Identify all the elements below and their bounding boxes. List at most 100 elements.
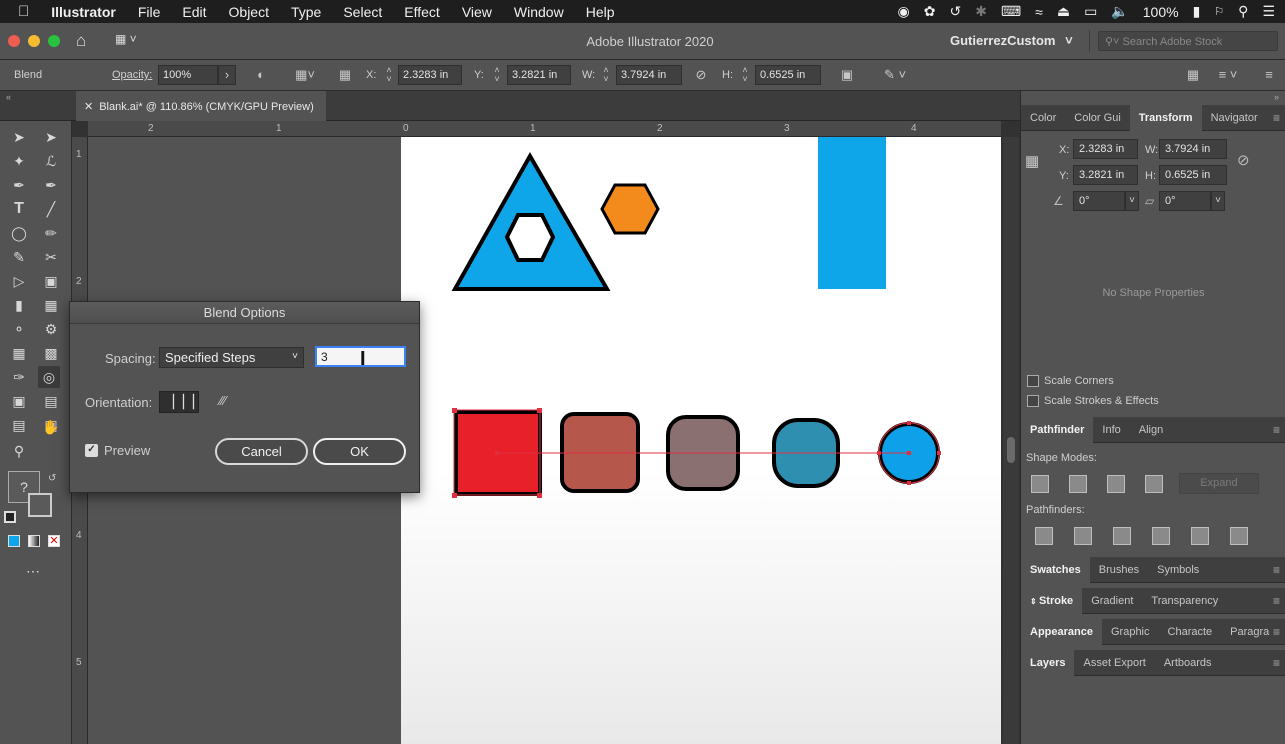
- align-to-icon[interactable]: ▦˅: [292, 66, 318, 84]
- volume-icon[interactable]: 🔈: [1111, 3, 1128, 20]
- close-window-icon[interactable]: [8, 35, 20, 47]
- tab-swatches[interactable]: Swatches: [1021, 556, 1090, 583]
- panel-menu-icon[interactable]: ≡: [1273, 594, 1280, 608]
- blend-tool-icon[interactable]: ◎: [38, 366, 60, 388]
- document-tab[interactable]: ✕ Blank.ai* @ 110.86% (CMYK/GPU Preview): [76, 91, 326, 121]
- minus-front-icon[interactable]: [1069, 475, 1087, 493]
- gradient-tool-icon[interactable]: ▩: [40, 342, 62, 364]
- line-segment-tool-icon[interactable]: ╱: [40, 198, 62, 220]
- h-stepper-icon[interactable]: ˄ ˅: [738, 66, 752, 84]
- panel-menu-icon[interactable]: ≡: [1273, 423, 1280, 437]
- shear-dropdown-icon[interactable]: ˅: [1211, 191, 1225, 211]
- pen-tool-icon[interactable]: ✒: [8, 174, 30, 196]
- spotlight-search-icon[interactable]: ⚲: [1238, 3, 1248, 20]
- transform-icon[interactable]: ▣: [838, 66, 856, 84]
- h-field[interactable]: 0.6525 in: [755, 65, 821, 85]
- type-tool-icon[interactable]: T: [8, 198, 30, 220]
- artboard-tool-icon[interactable]: ▤: [8, 414, 30, 436]
- tab-stroke[interactable]: ⇕ Stroke: [1021, 587, 1083, 614]
- canvas-scrollbar[interactable]: [1003, 137, 1019, 744]
- unite-icon[interactable]: [1031, 475, 1049, 493]
- stroke-swatch-icon[interactable]: [28, 493, 52, 517]
- divide-icon[interactable]: [1035, 527, 1053, 545]
- more-tools-icon[interactable]: ⋯: [26, 563, 40, 580]
- anchor-point[interactable]: [452, 493, 457, 498]
- arrange-icon[interactable]: ▦: [1184, 66, 1202, 84]
- menu-select[interactable]: Select: [332, 4, 393, 20]
- tab-transform[interactable]: Transform: [1129, 104, 1202, 131]
- trim-icon[interactable]: [1074, 527, 1092, 545]
- anchor-point[interactable]: [537, 408, 542, 413]
- curvature-tool-icon[interactable]: ✒: [40, 174, 62, 196]
- w-stepper-icon[interactable]: ˄ ˅: [599, 66, 613, 84]
- airplay-icon[interactable]: ▭: [1084, 3, 1097, 20]
- battery-icon[interactable]: ▮: [1193, 3, 1201, 20]
- menu-edit[interactable]: Edit: [171, 4, 217, 20]
- isolate-icon[interactable]: ✎ ˅: [878, 66, 912, 84]
- transform-h-field[interactable]: 0.6525 in: [1159, 165, 1227, 185]
- scissors-tool-icon[interactable]: ✂: [40, 246, 62, 268]
- x-field[interactable]: 2.3283 in: [398, 65, 462, 85]
- w-field[interactable]: 3.7924 in: [616, 65, 682, 85]
- tab-symbols[interactable]: Symbols: [1148, 557, 1208, 583]
- tab-align[interactable]: Align: [1130, 417, 1172, 443]
- menu-icon[interactable]: ≡: [1260, 66, 1278, 84]
- reference-point-icon[interactable]: ▦: [1025, 152, 1045, 172]
- crop-icon[interactable]: [1152, 527, 1170, 545]
- artboard[interactable]: [401, 137, 1001, 744]
- width-tool-icon[interactable]: ▮: [8, 294, 30, 316]
- shear-field[interactable]: 0°: [1159, 191, 1211, 211]
- panel-menu-icon[interactable]: ≡: [1273, 656, 1280, 670]
- shape-builder-tool-icon[interactable]: ⚬: [8, 318, 30, 340]
- menu-window[interactable]: Window: [503, 4, 575, 20]
- none-mode-icon[interactable]: ✕: [48, 535, 60, 547]
- live-paint-tool-icon[interactable]: ⚙: [40, 318, 62, 340]
- collapse-panels-icon[interactable]: »: [1274, 92, 1279, 102]
- wifi-icon[interactable]: ≈: [1035, 4, 1043, 20]
- selection-tool-icon[interactable]: ➤: [8, 126, 30, 148]
- eject-icon[interactable]: ⏏: [1057, 3, 1070, 20]
- scale-corners-checkbox[interactable]: [1027, 375, 1039, 387]
- panel-options-icon[interactable]: ≡ ˅: [1210, 66, 1246, 84]
- anchor-point[interactable]: [495, 451, 499, 455]
- stock-search-input[interactable]: ⚲˅ Search Adobe Stock: [1098, 31, 1278, 51]
- mesh-tool-icon[interactable]: ▦: [8, 342, 30, 364]
- zoom-tool-icon[interactable]: ⚲: [8, 440, 30, 462]
- control-center-icon[interactable]: ☰: [1262, 3, 1275, 20]
- rotate-field[interactable]: 0°: [1073, 191, 1125, 211]
- y-field[interactable]: 3.2821 in: [507, 65, 571, 85]
- color-mode-icon[interactable]: [8, 535, 20, 547]
- tab-brushes[interactable]: Brushes: [1090, 557, 1148, 583]
- x-stepper-icon[interactable]: ˄ ˅: [382, 66, 396, 84]
- swap-fill-stroke-icon[interactable]: ↺: [48, 473, 56, 484]
- pinwheel-icon[interactable]: ✿: [924, 3, 936, 20]
- bluetooth-icon[interactable]: ✱: [975, 3, 987, 20]
- exclude-icon[interactable]: [1145, 475, 1163, 493]
- merge-icon[interactable]: [1113, 527, 1131, 545]
- keyboard-icon[interactable]: ⌨: [1001, 3, 1021, 20]
- constrain-proportions-icon[interactable]: ⊘: [1237, 151, 1250, 169]
- menu-help[interactable]: Help: [575, 4, 626, 20]
- hand-tool-icon[interactable]: ✋: [40, 416, 62, 438]
- menu-file[interactable]: File: [127, 4, 172, 20]
- zoom-window-icon[interactable]: [48, 35, 60, 47]
- tab-appearance[interactable]: Appearance: [1021, 618, 1102, 645]
- ok-button[interactable]: OK: [313, 438, 406, 465]
- scrollbar-thumb[interactable]: [1007, 437, 1015, 463]
- apple-icon[interactable]: : [0, 3, 40, 20]
- rotate-dropdown-icon[interactable]: ˅: [1125, 191, 1139, 211]
- ellipse-tool-icon[interactable]: ◯: [8, 222, 30, 244]
- y-stepper-icon[interactable]: ˄ ˅: [490, 66, 504, 84]
- minimize-window-icon[interactable]: [28, 35, 40, 47]
- gradient-mode-icon[interactable]: [28, 535, 40, 547]
- tab-artboards[interactable]: Artboards: [1155, 650, 1221, 676]
- transform-x-field[interactable]: 2.3283 in: [1073, 139, 1138, 159]
- anchor-point[interactable]: [907, 421, 911, 425]
- close-tab-icon[interactable]: ✕: [84, 101, 93, 113]
- tab-paragraph[interactable]: Paragra: [1221, 619, 1278, 645]
- workspace-switcher[interactable]: GutierrezCustom ˅: [940, 30, 1090, 52]
- default-colors-icon[interactable]: [4, 511, 16, 523]
- menu-object[interactable]: Object: [218, 4, 280, 20]
- recolor-artwork-icon[interactable]: ◐: [252, 66, 270, 84]
- tab-asset-export[interactable]: Asset Export: [1074, 650, 1154, 676]
